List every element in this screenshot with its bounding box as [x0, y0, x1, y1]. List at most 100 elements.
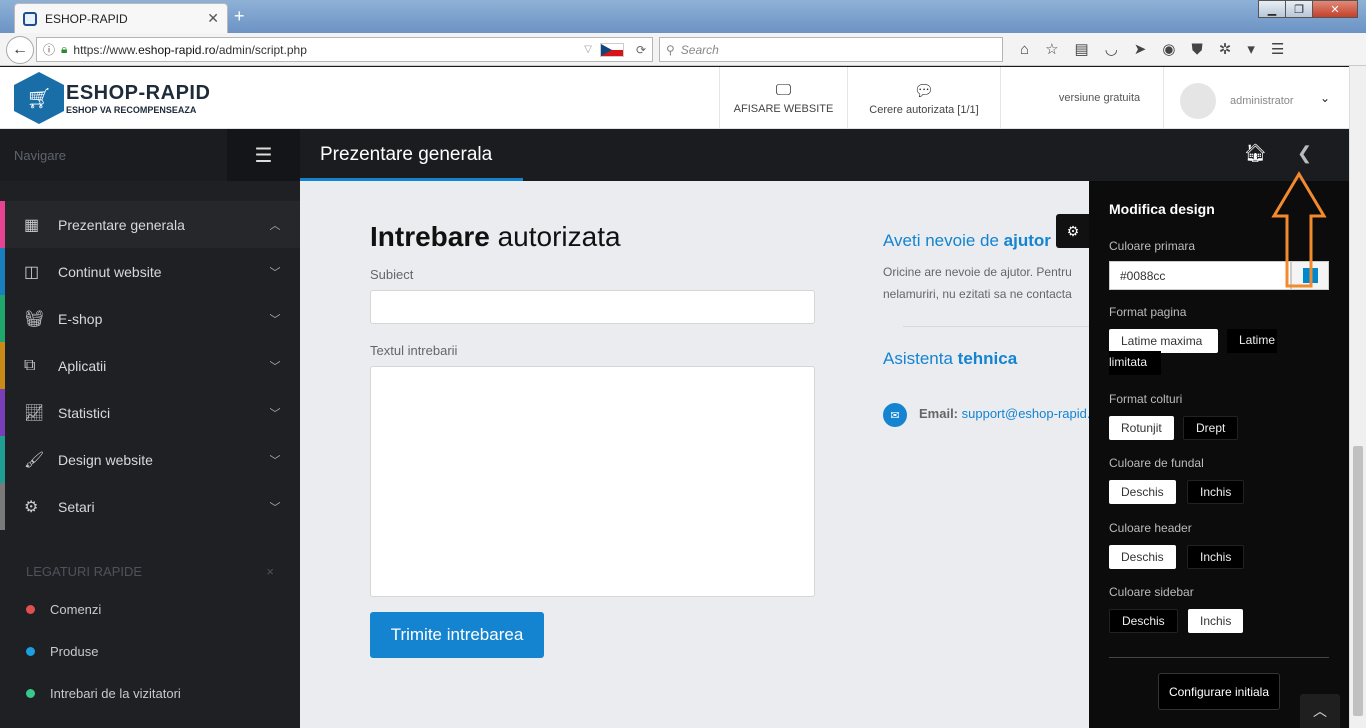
bookmark-star-icon[interactable]: ☆: [1045, 40, 1058, 58]
sidebar-item-content[interactable]: ◫ Continut website ﹀: [0, 248, 300, 295]
quick-link-orders[interactable]: Comenzi: [0, 588, 300, 630]
sidebar-item-settings[interactable]: ⚙︎ Setari ﹀: [0, 483, 300, 530]
browser-search-input[interactable]: ⚲ Search: [659, 37, 1003, 62]
username[interactable]: administrator: [1230, 95, 1294, 107]
avatar[interactable]: [1180, 83, 1216, 119]
quick-links-title: LEGATURI RAPIDE: [26, 563, 143, 579]
menu-dropdown-icon[interactable]: ▾: [1247, 40, 1255, 58]
email-row: Email: support@eshop-rapid.: [919, 406, 1090, 421]
sidebar-item-apps[interactable]: ⧉ Aplicatii ﹀: [0, 342, 300, 389]
authorized-request-button[interactable]: 💬︎ Cerere autorizata [1/1]: [847, 67, 1001, 129]
view-website-label: AFISARE WEBSITE: [733, 102, 834, 115]
tech-title-pre: Asistenta: [883, 349, 958, 368]
reading-list-icon[interactable]: ▤: [1075, 40, 1089, 58]
new-tab-icon[interactable]: +: [234, 6, 245, 27]
corners-rounded-button[interactable]: Rotunjit: [1109, 416, 1174, 440]
background-light-button[interactable]: Deschis: [1109, 480, 1176, 504]
scrollbar-thumb[interactable]: [1353, 446, 1363, 716]
help-title: Aveti nevoie de ajutor: [883, 231, 1051, 251]
sidebar-item-design[interactable]: 🖌︎ Design website ﹀: [0, 436, 300, 483]
sidebar-dark-button[interactable]: Inchis: [1188, 609, 1244, 633]
address-bar[interactable]: ⓘ 🔒︎ https://www.eshop-rapid.ro/admin/sc…: [36, 37, 653, 62]
sidebar-item-label: Setari: [58, 498, 95, 515]
browser-tab[interactable]: ESHOP-RAPID ✕: [14, 3, 228, 33]
extension-icon[interactable]: ✲: [1219, 40, 1232, 58]
adblock-icon[interactable]: ◉: [1162, 40, 1175, 58]
sidebar-item-overview[interactable]: ▦ Prezentare generala ︿: [0, 201, 300, 248]
window-controls: ▁ ❐ ✕: [1258, 0, 1358, 18]
quick-link-visitor-questions[interactable]: Intrebari de la vizitatori: [0, 672, 300, 714]
quick-link-products[interactable]: Produse: [0, 630, 300, 672]
quick-link-label: Comenzi: [50, 601, 102, 617]
email-label: Email:: [919, 406, 959, 421]
site-favicon-icon: [23, 11, 37, 26]
window-close-icon[interactable]: ✕: [1312, 0, 1358, 18]
hamburger-menu-icon[interactable]: ☰: [1271, 40, 1284, 58]
chevron-left-icon[interactable]: ❮: [1297, 143, 1312, 164]
background-dark-button[interactable]: Inchis: [1187, 480, 1245, 504]
authorized-request-label: Cerere autorizata [1/1]: [869, 103, 979, 116]
reload-icon[interactable]: ⟳: [636, 43, 646, 57]
tech-title-bold: tehnica: [957, 349, 1018, 368]
orange-arrow-up-icon: [1271, 171, 1327, 288]
header-light-button[interactable]: Deschis: [1109, 545, 1176, 569]
page-format-label: Format pagina: [1109, 305, 1187, 319]
email-link[interactable]: support@eshop-rapid.: [962, 406, 1091, 421]
sidebar-item-stats[interactable]: 📈︎ Statistici ﹀: [0, 389, 300, 436]
lock-icon: 🔒︎: [61, 42, 68, 56]
quick-links-close-icon[interactable]: ×: [266, 564, 274, 579]
back-arrow-icon[interactable]: ←: [6, 36, 34, 64]
columns-icon: ◫: [24, 263, 40, 281]
logo[interactable]: 🛒︎ ESHOP-RAPID ESHOP VA RECOMPENSEAZA: [14, 72, 210, 124]
page-title: Prezentare generala: [320, 144, 493, 165]
question-text-label: Textul intrebarii: [370, 343, 458, 358]
url-text[interactable]: https://www.eshop-rapid.ro/admin/script.…: [73, 43, 584, 57]
page-scrollbar[interactable]: [1349, 66, 1366, 728]
nav-label: Navigare: [14, 147, 67, 163]
green-dot-icon: [26, 688, 35, 698]
maximize-icon[interactable]: ❐: [1285, 0, 1313, 18]
sidebar-toggle-icon[interactable]: ☰: [227, 129, 300, 181]
send-icon[interactable]: ➤: [1134, 40, 1147, 58]
submit-question-button[interactable]: Trimite intrebarea: [370, 612, 544, 658]
sidebar-item-label: Design website: [58, 451, 153, 468]
envelope-icon: ✉: [883, 403, 907, 427]
minimize-icon[interactable]: ▁: [1258, 0, 1286, 18]
reset-configuration-button[interactable]: Configurare initiala: [1158, 673, 1280, 710]
chevron-down-icon: ﹀: [269, 360, 281, 373]
close-tab-icon[interactable]: ✕: [207, 10, 219, 27]
form-title: Intrebare autorizata: [370, 221, 621, 253]
chevron-down-icon: ﹀: [269, 454, 281, 467]
sidebar-light-button[interactable]: Deschis: [1109, 609, 1178, 633]
url-dropdown-icon[interactable]: ▽: [584, 44, 592, 55]
format-limited-width-part1[interactable]: Latime: [1227, 329, 1277, 353]
cubes-icon: ⧉: [24, 356, 36, 374]
page-title-bar: Prezentare generala 🏠︎ ❮: [300, 129, 1349, 181]
pocket-icon[interactable]: ◡: [1105, 40, 1118, 58]
search-placeholder: Search: [680, 42, 719, 57]
scroll-to-top-icon[interactable]: ︿: [1300, 694, 1340, 728]
format-limited-width-wrap: Latime limitata: [1109, 329, 1277, 375]
home-icon[interactable]: ⌂: [1020, 41, 1029, 58]
quick-link-label: Intrebari de la vizitatori: [50, 685, 181, 701]
subject-input[interactable]: [370, 290, 815, 324]
home-icon[interactable]: 🏠︎: [1244, 143, 1267, 164]
divider: [903, 326, 1103, 327]
version-label[interactable]: versiune gratuita: [1036, 67, 1164, 129]
czech-flag-icon[interactable]: [599, 42, 624, 57]
sidebar: Navigare ☰ ▦ Prezentare generala ︿ ◫ Con…: [0, 129, 300, 728]
chevron-down-icon[interactable]: ⌄: [1320, 91, 1330, 105]
design-settings-gears-icon[interactable]: ⚙: [1056, 214, 1090, 248]
sidebar-item-eshop[interactable]: 🧺︎ E-shop ﹀: [0, 295, 300, 342]
red-dot-icon: [26, 604, 35, 614]
ublock-icon[interactable]: ⛊: [1191, 41, 1202, 58]
browser-toolbar: ⌂ ☆ ▤ ◡ ➤ ◉ ⛊ ✲ ▾ ☰: [1012, 40, 1292, 59]
sidebar-item-label: Prezentare generala: [58, 216, 185, 233]
view-website-button[interactable]: 🖵︎ AFISARE WEBSITE: [719, 67, 847, 129]
primary-color-input[interactable]: #0088cc: [1109, 261, 1291, 290]
info-icon[interactable]: ⓘ: [43, 41, 55, 58]
question-textarea[interactable]: [370, 366, 815, 597]
corners-square-button[interactable]: Drept: [1183, 416, 1239, 440]
header-dark-button[interactable]: Inchis: [1187, 545, 1245, 569]
format-limited-width-part2[interactable]: limitata: [1109, 351, 1161, 375]
